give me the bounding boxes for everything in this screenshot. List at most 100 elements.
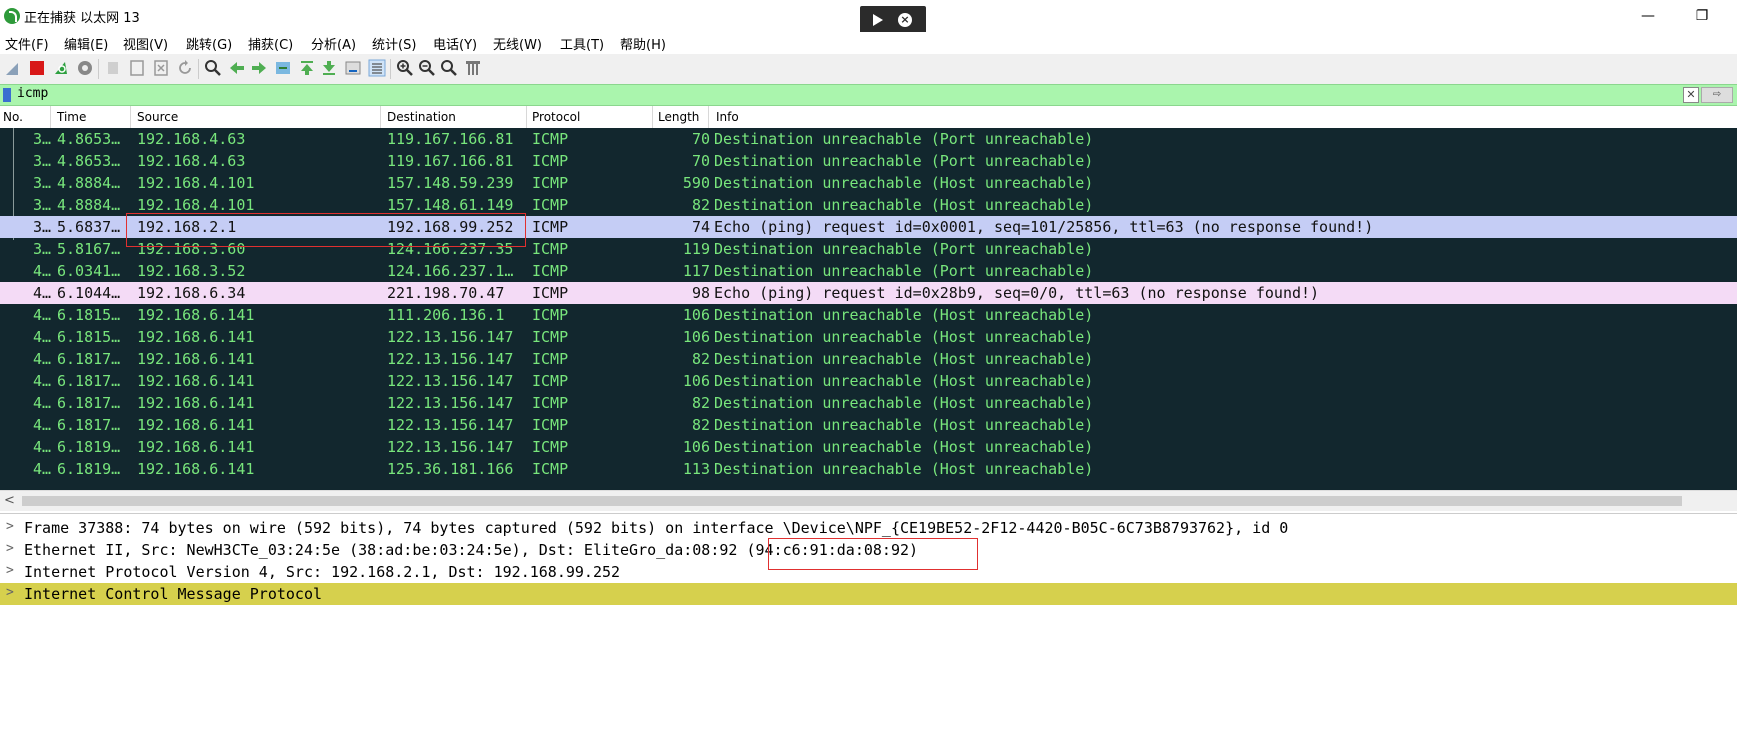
- expand-arrow-icon[interactable]: >: [6, 585, 14, 600]
- zoom-out-icon[interactable]: [418, 59, 436, 77]
- packet-source: 192.168.6.141: [137, 372, 255, 390]
- stop-capture-icon[interactable]: [28, 59, 46, 77]
- detail-row-ipv4[interactable]: > Internet Protocol Version 4, Src: 192.…: [0, 561, 1737, 583]
- packet-time: 6.1817…: [57, 350, 121, 368]
- menu-analyze[interactable]: 分析(A): [311, 34, 356, 53]
- packet-row[interactable]: 4… 6.1817… 192.168.6.141 122.13.156.147 ICMP…: [0, 414, 1737, 436]
- column-header-destination[interactable]: Destination: [387, 110, 456, 124]
- expand-arrow-icon[interactable]: >: [6, 519, 14, 534]
- packet-row[interactable]: 4… 6.1815… 192.168.6.141 111.206.136.1 ICMP 1…: [0, 304, 1737, 326]
- packet-list[interactable]: 3… 4.8653… 192.168.4.63 119.167.166.81 ICMP 7…: [0, 128, 1737, 490]
- packet-row[interactable]: 4… 6.1817… 192.168.6.141 122.13.156.147 ICMP…: [0, 348, 1737, 370]
- packet-row[interactable]: 4… 6.1817… 192.168.6.141 122.13.156.147 ICMP…: [0, 392, 1737, 414]
- go-back-icon[interactable]: [228, 59, 246, 77]
- packet-destination: 122.13.156.147: [387, 372, 514, 390]
- scroll-left-arrow-icon[interactable]: <: [4, 493, 15, 508]
- menu-go[interactable]: 跳转(G): [186, 34, 232, 53]
- reload-icon[interactable]: [176, 59, 194, 77]
- column-header-no[interactable]: No.: [3, 110, 23, 124]
- menu-wireless[interactable]: 无线(W): [493, 34, 542, 53]
- menu-view[interactable]: 视图(V): [123, 34, 168, 53]
- packet-row[interactable]: 3… 4.8884… 192.168.4.101 157.148.59.239 ICMP…: [0, 172, 1737, 194]
- column-header-source[interactable]: Source: [137, 110, 178, 124]
- packet-source: 192.168.6.141: [137, 416, 255, 434]
- open-file-icon[interactable]: [104, 59, 122, 77]
- packet-row[interactable]: 4… 6.1819… 192.168.6.141 122.13.156.147 ICMP…: [0, 436, 1737, 458]
- column-header-protocol[interactable]: Protocol: [532, 110, 580, 124]
- packet-row[interactable]: 3… 4.8653… 192.168.4.63 119.167.166.81 ICMP 7…: [0, 150, 1737, 172]
- packet-row[interactable]: 4… 6.1044… 192.168.6.34 221.198.70.47 ICMP 98…: [0, 282, 1737, 304]
- capture-control-widget[interactable]: ×: [860, 6, 926, 34]
- menu-capture[interactable]: 捕获(C): [248, 34, 293, 53]
- play-icon[interactable]: [873, 14, 883, 26]
- menu-telephony[interactable]: 电话(Y): [433, 34, 477, 53]
- go-first-packet-icon[interactable]: [298, 59, 316, 77]
- packet-protocol: ICMP: [532, 262, 569, 280]
- minimize-button[interactable]: —: [1628, 4, 1668, 28]
- packet-row[interactable]: 3… 4.8653… 192.168.4.63 119.167.166.81 ICMP 7…: [0, 128, 1737, 150]
- apply-filter-button[interactable]: ⇨: [1701, 87, 1733, 103]
- menu-statistics[interactable]: 统计(S): [372, 34, 416, 53]
- packet-no: 4…: [33, 460, 52, 478]
- go-to-packet-icon[interactable]: [274, 59, 292, 77]
- column-divider[interactable]: [708, 106, 709, 128]
- colorize-icon[interactable]: [368, 59, 386, 77]
- capture-options-icon[interactable]: [76, 59, 94, 77]
- packet-row[interactable]: 3… 4.8884… 192.168.4.101 157.148.61.149 ICMP…: [0, 194, 1737, 216]
- column-divider[interactable]: [380, 106, 381, 128]
- packet-row[interactable]: 4… 6.0341… 192.168.3.52 124.166.237.1… ICMP 1…: [0, 260, 1737, 282]
- expand-arrow-icon[interactable]: >: [6, 541, 14, 556]
- expand-arrow-icon[interactable]: >: [6, 563, 14, 578]
- packet-protocol: ICMP: [532, 438, 569, 456]
- packet-no: 4…: [33, 306, 52, 324]
- resize-columns-icon[interactable]: [464, 59, 482, 77]
- packet-info: Destination unreachable (Port unreachabl…: [714, 240, 1094, 258]
- scroll-thumb[interactable]: [22, 496, 1682, 506]
- packet-protocol: ICMP: [532, 284, 569, 302]
- packet-row-selected[interactable]: 3… 5.6837… 192.168.2.1 192.168.99.252 ICMP 74…: [0, 216, 1737, 238]
- column-divider[interactable]: [130, 106, 131, 128]
- shark-fin-start-icon[interactable]: [4, 59, 22, 77]
- packet-destination: 122.13.156.147: [387, 416, 514, 434]
- packet-time: 6.1815…: [57, 328, 121, 346]
- column-header-info[interactable]: Info: [716, 110, 739, 124]
- close-icon[interactable]: ×: [898, 13, 912, 27]
- packet-row[interactable]: 4… 6.1817… 192.168.6.141 122.13.156.147 ICMP…: [0, 370, 1737, 392]
- auto-scroll-icon[interactable]: [344, 59, 362, 77]
- find-packet-icon[interactable]: [204, 59, 222, 77]
- column-header-length[interactable]: Length: [658, 110, 699, 124]
- column-divider[interactable]: [526, 106, 527, 128]
- column-header-time[interactable]: Time: [57, 110, 86, 124]
- normal-size-icon[interactable]: [440, 59, 458, 77]
- detail-row-ethernet[interactable]: > Ethernet II, Src: NewH3CTe_03:24:5e (3…: [0, 539, 1737, 561]
- packet-length: 113: [682, 460, 710, 478]
- menu-tools[interactable]: 工具(T): [560, 34, 604, 53]
- go-forward-icon[interactable]: [250, 59, 268, 77]
- packet-time: 4.8884…: [57, 174, 121, 192]
- packet-row[interactable]: 3… 5.8167… 192.168.3.60 124.166.237.35 ICMP 1…: [0, 238, 1737, 260]
- packet-row[interactable]: 4… 6.1819… 192.168.6.141 125.36.181.166 ICMP…: [0, 458, 1737, 480]
- close-file-icon[interactable]: [152, 59, 170, 77]
- detail-row-icmp[interactable]: > Internet Control Message Protocol: [0, 583, 1737, 605]
- packet-destination: 122.13.156.147: [387, 394, 514, 412]
- restore-button[interactable]: ❐: [1682, 4, 1722, 28]
- packet-length: 106: [682, 306, 710, 324]
- restart-capture-icon[interactable]: [52, 59, 70, 77]
- packet-row[interactable]: 4… 6.1815… 192.168.6.141 122.13.156.147 ICMP…: [0, 326, 1737, 348]
- bookmark-icon[interactable]: [3, 88, 11, 102]
- go-last-packet-icon[interactable]: [320, 59, 338, 77]
- menu-help[interactable]: 帮助(H): [620, 34, 666, 53]
- packet-list-hscrollbar[interactable]: <: [0, 490, 1737, 511]
- packet-details-pane[interactable]: > Frame 37388: 74 bytes on wire (592 bit…: [0, 513, 1737, 752]
- save-file-icon[interactable]: [128, 59, 146, 77]
- column-divider[interactable]: [50, 106, 51, 128]
- menu-edit[interactable]: 编辑(E): [64, 34, 108, 53]
- detail-row-frame[interactable]: > Frame 37388: 74 bytes on wire (592 bit…: [0, 517, 1737, 539]
- packet-source: 192.168.4.63: [137, 152, 246, 170]
- column-divider[interactable]: [652, 106, 653, 128]
- display-filter-input[interactable]: icmp: [17, 86, 48, 101]
- detail-text: Internet Control Message Protocol: [24, 585, 323, 603]
- menu-file[interactable]: 文件(F): [5, 34, 49, 53]
- clear-filter-button[interactable]: ✕: [1683, 87, 1699, 103]
- zoom-in-icon[interactable]: [396, 59, 414, 77]
